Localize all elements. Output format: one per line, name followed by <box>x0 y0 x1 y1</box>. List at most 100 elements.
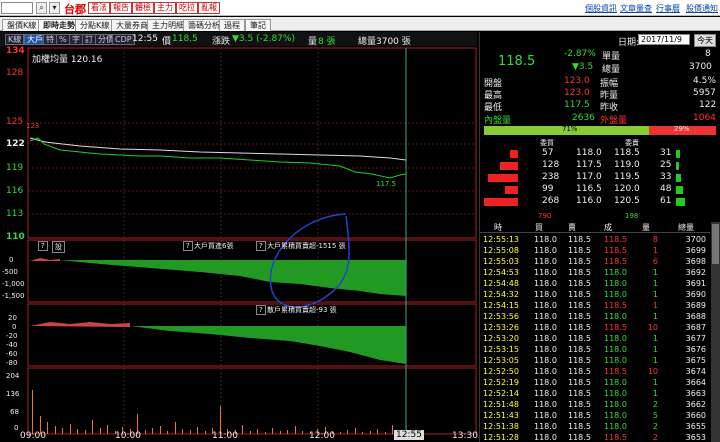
bid-price: 116.0 <box>576 196 602 206</box>
tick-deal: 118.0 <box>604 356 627 365</box>
tick-row[interactable]: 12:55:08 118.0 118.5 118.5 1 3699 <box>480 245 710 256</box>
average-line <box>29 137 407 161</box>
tick-qty: 8 <box>652 235 658 244</box>
volume-bar <box>84 430 86 434</box>
tool-button-2[interactable]: 報告 <box>110 2 132 14</box>
volume-bar <box>362 432 363 434</box>
tick-time: 12:54:32 <box>483 290 519 299</box>
volume-bar <box>99 428 101 434</box>
ask-qty: 48 <box>660 184 672 194</box>
xtick-1000: 10:00 <box>115 431 141 441</box>
tick-deal: 118.0 <box>604 268 627 277</box>
tick-row[interactable]: 12:55:03 118.0 118.5 118.5 6 3698 <box>480 256 710 267</box>
help-button-4[interactable]: ? <box>256 305 266 315</box>
link-price-alert[interactable]: 股價通知 <box>686 3 718 14</box>
tool-button-6[interactable]: 亂報 <box>198 2 220 14</box>
sub1-label-b: 大戶累積買賣超-1515 張 <box>267 242 346 250</box>
low-mark: 117.5 <box>376 180 397 188</box>
help-button-3[interactable]: ? <box>256 241 266 251</box>
tick-total: 3692 <box>685 268 706 277</box>
total-vol: 3700 <box>689 62 712 72</box>
sub1-tick: -1,000 <box>2 280 25 288</box>
dropdown-icon[interactable]: ▾ <box>49 2 60 14</box>
tab-minute-kline[interactable]: 分點K線 <box>75 19 115 31</box>
tick-total: 3677 <box>685 334 706 343</box>
tick-qty: 10 <box>647 323 658 332</box>
ask-bar <box>676 174 681 182</box>
th-ask: 賣 <box>568 223 576 232</box>
tick-row[interactable]: 12:51:28 118.0 118.5 118.5 2 3653 <box>480 432 710 442</box>
single-vol-label: 單量 <box>602 52 621 62</box>
link-article[interactable]: 文章量查 <box>620 3 652 14</box>
ytick-128: 128 <box>6 68 24 78</box>
chip-percent[interactable]: % <box>56 34 70 45</box>
volume-bar <box>54 426 56 434</box>
tick-row[interactable]: 12:51:38 118.0 118.5 118.0 2 3655 <box>480 421 710 432</box>
pct-change: -2.87% <box>564 49 596 59</box>
date-input[interactable]: 2017/11/9 <box>638 34 690 45</box>
tick-total: 3688 <box>685 312 706 321</box>
tick-deal: 118.0 <box>604 389 627 398</box>
tick-row[interactable]: 12:52:14 118.0 118.5 118.0 1 3663 <box>480 388 710 399</box>
tick-row[interactable]: 12:51:43 118.0 118.5 118.0 5 3660 <box>480 410 710 421</box>
single-vol: 8 <box>705 49 711 59</box>
link-calendar[interactable]: 行事曆 <box>656 3 680 14</box>
sub2-label: 散戶累積買賣超-93 張 <box>267 306 337 314</box>
tick-row[interactable]: 12:53:26 118.0 118.5 118.5 10 3687 <box>480 322 710 333</box>
tick-row[interactable]: 12:54:53 118.0 118.5 118.0 1 3692 <box>480 267 710 278</box>
sub1-tick: -500 <box>2 268 18 276</box>
tick-total: 3687 <box>685 323 706 332</box>
tick-qty: 1 <box>652 345 658 354</box>
help-button[interactable]: ? <box>38 241 48 251</box>
tab-kline[interactable]: 盤價K線 <box>2 19 42 31</box>
ticks-list[interactable]: 12:55:13 118.0 118.5 118.5 8 3700 12:55:08 118.… <box>480 234 710 442</box>
stock-search-input[interactable] <box>1 2 33 14</box>
current-price: 118.5 <box>498 54 536 69</box>
tick-deal: 118.5 <box>604 367 627 376</box>
ticks-scrollbar[interactable] <box>711 222 720 442</box>
tick-qty: 2 <box>652 422 658 431</box>
tick-row[interactable]: 12:53:15 118.0 118.5 118.0 1 3676 <box>480 344 710 355</box>
sub2-tick: -60 <box>6 350 18 358</box>
link-stock-info[interactable]: 個股資訊 <box>585 3 617 14</box>
tick-row[interactable]: 12:53:56 118.0 118.5 118.0 1 3688 <box>480 311 710 322</box>
tick-row[interactable]: 12:54:32 118.0 118.5 118.0 1 3690 <box>480 289 710 300</box>
tick-row[interactable]: 12:54:15 118.0 118.5 118.5 1 3689 <box>480 300 710 311</box>
ytick-122: 122 <box>6 139 25 149</box>
tick-qty: 1 <box>652 279 658 288</box>
chip-kline[interactable]: K線 <box>5 34 25 45</box>
tick-bid: 118.0 <box>534 268 557 277</box>
tab-notes[interactable]: 筆記 <box>245 19 271 31</box>
tool-button-1[interactable]: 看法 <box>88 2 110 14</box>
help-button-2[interactable]: ? <box>183 241 193 251</box>
chip-special[interactable]: 特 <box>43 34 57 45</box>
tick-deal: 118.5 <box>604 257 627 266</box>
tick-row[interactable]: 12:54:48 118.0 118.5 118.0 1 3691 <box>480 278 710 289</box>
intraday-chart[interactable]: 加權均量 120.16 134 128 125 122 119 116 113 … <box>0 46 478 442</box>
tick-row[interactable]: 12:52:19 118.0 118.5 118.0 1 3664 <box>480 377 710 388</box>
tick-row[interactable]: 12:51:48 118.0 118.5 118.0 2 3662 <box>480 399 710 410</box>
tick-row[interactable]: 12:55:13 118.0 118.5 118.5 8 3700 <box>480 234 710 245</box>
tick-row[interactable]: 12:53:05 118.0 118.5 118.0 1 3675 <box>480 355 710 366</box>
tick-row[interactable]: 12:53:20 118.0 118.5 118.0 1 3677 <box>480 333 710 344</box>
ask-price: 118.5 <box>614 148 640 158</box>
search-icon[interactable]: ⌕ <box>36 2 47 14</box>
vol-tick: 68 <box>10 408 19 416</box>
tab-process[interactable]: 過程 <box>219 19 245 31</box>
xtick-1330: 13:30 <box>452 431 478 441</box>
total-vol-label: 總量 <box>602 65 621 75</box>
tick-bid: 118.0 <box>534 345 557 354</box>
tool-button-3[interactable]: 體檢 <box>132 2 154 14</box>
tool-button-4[interactable]: 主力 <box>154 2 176 14</box>
chip-char[interactable]: 字 <box>69 34 83 45</box>
settings-button[interactable]: 設 <box>52 241 65 253</box>
tick-row[interactable]: 12:52:50 118.0 118.5 118.5 10 3674 <box>480 366 710 377</box>
tab-intraday[interactable]: 即時走勢 <box>38 19 80 31</box>
volume-bar <box>189 430 191 434</box>
today-button[interactable]: 今天 <box>694 34 716 47</box>
tool-button-5[interactable]: 吃拉 <box>176 2 198 14</box>
bid-bar <box>500 162 518 170</box>
scroll-thumb[interactable] <box>712 224 719 264</box>
chip-order[interactable]: 訂 <box>82 34 96 45</box>
tick-bid: 118.0 <box>534 334 557 343</box>
